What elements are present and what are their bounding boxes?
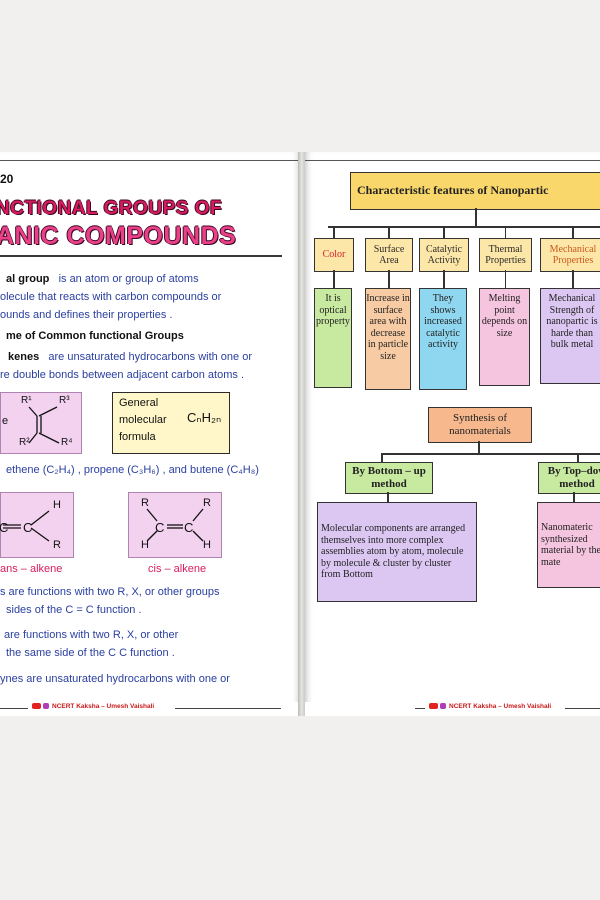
trans-alkene-structure-box: C C H R <box>0 492 74 558</box>
category-description-3: Melting point depends on size <box>479 288 530 386</box>
trans-description-line-1: s are functions with two R, X, or other … <box>0 586 220 598</box>
right-page: Characteristic features of Nanopartic Co… <box>305 152 600 716</box>
category-label-2: Catalytic Activity <box>419 238 469 272</box>
section-heading: me of Common functional Groups <box>6 330 184 342</box>
general-formula-box: General molecular formula CₙH₂ₙ <box>112 392 230 454</box>
top-rule <box>0 160 300 161</box>
cis-alkene-structure-box: R H C C R H <box>128 492 222 558</box>
youtube-icon <box>429 703 438 710</box>
top-down-method-box: By Top–dow method <box>538 462 600 494</box>
trans-alkene-label: ans – alkene <box>0 563 63 575</box>
definition-line-1: al group is an atom or group of atoms <box>6 273 199 285</box>
category-description-1: Increase in surface area with decrease i… <box>365 288 411 390</box>
instagram-icon <box>440 703 446 710</box>
alkene-examples: ethene (C₂H₄) , propene (C₃H₆) , and but… <box>6 464 259 476</box>
synthesis-title-box: Synthesis of nanomaterials <box>428 407 532 443</box>
page-title-line1: NCTIONAL GROUPS OF <box>0 198 223 219</box>
book-spread: 20 NCTIONAL GROUPS OF ANIC COMPOUNDS al … <box>0 152 600 716</box>
category-label-4: Mechanical Properties <box>540 238 600 272</box>
page-title-line2: ANIC COMPOUNDS <box>0 222 237 250</box>
category-label-0: Color <box>314 238 354 272</box>
category-label-1: Surface Area <box>365 238 413 272</box>
cis-description-line-1: are functions with two R, X, or other <box>4 629 179 641</box>
category-label-3: Thermal Properties <box>479 238 532 272</box>
bottom-up-method-box: By Bottom – up method <box>345 462 433 494</box>
title-underline <box>0 255 282 257</box>
alkyne-line: ynes are unsaturated hydrocarbons with o… <box>0 673 230 685</box>
footer-brand: NCERT Kaksha – Umesh Vaishali <box>429 703 551 710</box>
top-rule-right <box>305 160 600 161</box>
category-description-4: Mechanical Strength of nanopartic is har… <box>540 288 600 384</box>
definition-line-2: olecule that reacts with carbon compound… <box>0 291 222 303</box>
left-footer-brand-area: NCERT Kaksha – Umesh Vaishali <box>0 702 298 716</box>
youtube-icon-left <box>32 703 41 710</box>
category-description-2: They shows increased catalytic activity <box>419 288 467 390</box>
right-footer: NCERT Kaksha – Umesh Vaishali <box>305 702 600 716</box>
main-title-box: Characteristic features of Nanopartic <box>350 172 600 210</box>
trans-alkene-diagram <box>3 510 50 542</box>
definition-line-3: ounds and defines their properties . <box>0 309 173 321</box>
formula-expression: CₙH₂ₙ <box>187 410 222 425</box>
page-number: 20 <box>0 172 14 186</box>
alkene-structure-box: e R¹ R³ R² R⁴ <box>0 392 82 454</box>
bottom-up-description-box: Molecular components are arranged themse… <box>317 502 477 602</box>
term-functional-group: al group <box>6 273 50 285</box>
left-footer-brand: NCERT Kaksha – Umesh Vaishali <box>32 703 154 710</box>
cis-description-line-2: the same side of the C C function . <box>6 647 175 659</box>
alkene-line-1: kenes are unsaturated hydrocarbons with … <box>8 351 252 363</box>
cis-alkene-label: cis – alkene <box>148 563 207 575</box>
trans-description-line-2: sides of the C = C function . <box>6 604 142 616</box>
top-down-description-box: Nanomateric synthesized material by the … <box>537 502 600 588</box>
category-description-0: It is optical property <box>314 288 352 388</box>
instagram-icon-left <box>43 703 49 710</box>
alkene-line-2: re double bonds between adjacent carbon … <box>0 369 244 381</box>
left-page: 20 NCTIONAL GROUPS OF ANIC COMPOUNDS al … <box>0 152 300 716</box>
